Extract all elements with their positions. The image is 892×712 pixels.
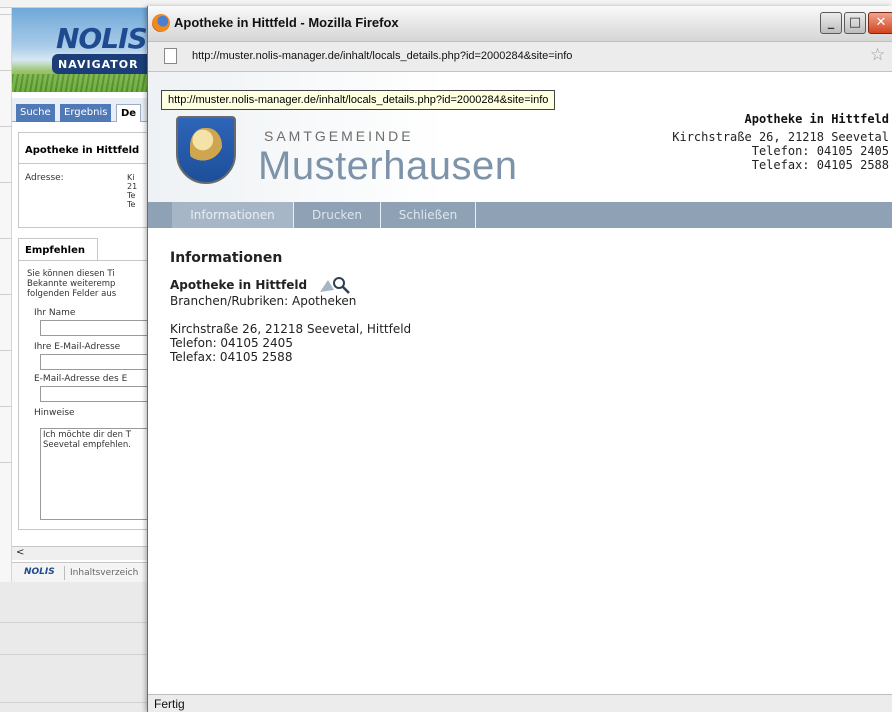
notes-textarea[interactable]: Ich möchte dir den T Seevetal empfehlen. (40, 428, 151, 520)
footer-logo: NOLIS (24, 567, 55, 577)
page-nav: Informationen Drucken Schließen (148, 202, 892, 228)
coat-of-arms-icon (176, 116, 236, 184)
footer-divider (64, 566, 65, 580)
nolis-logo-subtitle: NAVIGATOR (52, 54, 151, 74)
name-field-label: Ihr Name (34, 308, 76, 318)
address-value: Ki 21 Te Te (127, 173, 138, 209)
header-contact-address: Kirchstraße 26, 21218 Seevetal (672, 130, 889, 144)
status-text: Fertig (154, 697, 185, 711)
fax-text: Telefax: 04105 2588 (170, 350, 293, 364)
window-title: Apotheke in Hittfeld - Mozilla Firefox (174, 15, 399, 30)
category-text: Branchen/Rubriken: Apotheken (170, 294, 357, 308)
recipient-email-label: E-Mail-Adresse des E (34, 374, 128, 384)
horizontal-scrollbar[interactable]: < (12, 546, 151, 560)
nolis-logo: NOLIS NAVIGATOR (12, 8, 151, 92)
notes-label: Hinweise (34, 408, 75, 418)
crest-animal (190, 128, 222, 168)
tab-suche[interactable]: Suche (16, 104, 55, 122)
minimize-button[interactable]: _ (820, 12, 842, 34)
close-button[interactable]: ✕ (868, 12, 892, 34)
firefox-icon (152, 14, 170, 32)
recipient-email-field[interactable] (40, 386, 151, 402)
details-card-title: Apotheke in Hittfeld (25, 145, 140, 156)
background-left-strip (0, 8, 12, 582)
maximize-button[interactable]: □ (844, 12, 866, 34)
email-field[interactable] (40, 354, 151, 370)
navigator-panel: NOLIS NAVIGATOR Suche Ergebnis De Apothe… (12, 8, 152, 582)
status-bar: Fertig (148, 694, 892, 712)
tab-details[interactable]: De (116, 104, 142, 122)
logo-grass (12, 74, 151, 92)
recommend-intro: Sie können diesen Ti Bekannte weiteremp … (27, 269, 117, 299)
brand-title: Musterhausen (258, 144, 518, 188)
address-label: Adresse: (25, 173, 64, 183)
tab-ergebnis[interactable]: Ergebnis (60, 104, 112, 122)
header-contact-phone: Telefon: 04105 2405 (751, 144, 889, 158)
address-bar[interactable]: http://muster.nolis-manager.de/inhalt/lo… (148, 42, 892, 72)
bookmark-star-icon[interactable]: ☆ (870, 45, 885, 65)
address-text: Kirchstraße 26, 21218 Seevetal, Hittfeld (170, 322, 412, 336)
url-tooltip: http://muster.nolis-manager.de/inhalt/lo… (161, 90, 556, 110)
footer-link-contents[interactable]: Inhaltsverzeich (70, 568, 138, 578)
header-contact-name: Apotheke in Hittfeld (744, 112, 890, 126)
url-text[interactable]: http://muster.nolis-manager.de/inhalt/lo… (192, 50, 572, 62)
firefox-window: Apotheke in Hittfeld - Mozilla Firefox _… (147, 6, 892, 712)
nav-schliessen[interactable]: Schließen (381, 202, 476, 228)
tab-empfehlen[interactable]: Empfehlen (18, 238, 98, 260)
page-content: Informationen Apotheke in Hittfeld Branc… (170, 250, 870, 364)
page-icon (164, 48, 177, 64)
window-titlebar[interactable]: Apotheke in Hittfeld - Mozilla Firefox _… (148, 6, 892, 42)
nolis-logo-text: NOLIS (56, 22, 148, 55)
nav-informationen[interactable]: Informationen (172, 202, 294, 228)
divider (19, 163, 151, 164)
nav-drucken[interactable]: Drucken (294, 202, 381, 228)
phone-text: Telefon: 04105 2405 (170, 336, 293, 350)
header-contact-fax: Telefax: 04105 2588 (751, 158, 889, 172)
details-card: Apotheke in Hittfeld Adresse: Ki 21 Te T… (18, 132, 151, 228)
navigator-tabs: Suche Ergebnis De (12, 98, 151, 122)
scroll-left-icon[interactable]: < (16, 547, 24, 558)
entry-name: Apotheke in Hittfeld (170, 278, 308, 292)
navigator-footer: NOLIS Inhaltsverzeich (12, 562, 151, 582)
map-search-icon[interactable] (318, 276, 352, 294)
section-heading: Informationen (170, 250, 283, 266)
email-field-label: Ihre E-Mail-Adresse (34, 342, 121, 352)
brand-subtitle: SAMTGEMEINDE (264, 128, 414, 144)
name-field[interactable] (40, 320, 151, 336)
